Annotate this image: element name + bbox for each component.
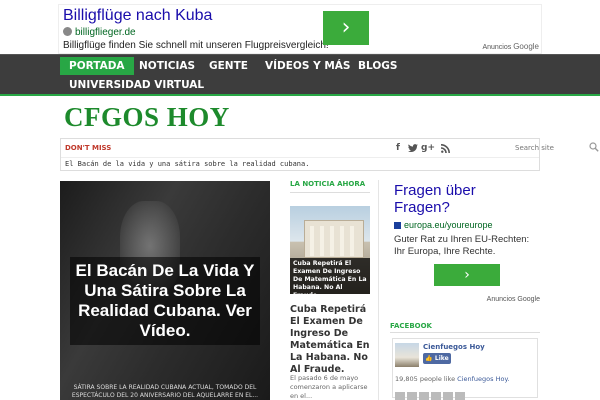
facebook-count-text: people like bbox=[419, 375, 456, 383]
page: Billigflüge nach Kuba billigflieger.de B… bbox=[0, 0, 600, 400]
ad-brand-prefix: Anuncios bbox=[482, 44, 512, 51]
facebook-page-name-link[interactable]: Cienfuegos Hoy bbox=[423, 343, 485, 351]
nav-item-portada[interactable]: PORTADA bbox=[60, 57, 134, 75]
noticia-thumbnail[interactable]: Cuba Repetirá El Examen De Ingreso De Ma… bbox=[290, 206, 370, 294]
column-shape bbox=[330, 226, 334, 256]
ad-domain-text: billigflieger.de bbox=[75, 27, 136, 38]
facebook-like-button[interactable]: 👍 Like bbox=[423, 353, 451, 364]
noticia-header-rule bbox=[290, 192, 370, 193]
nav-item-universidad-virtual[interactable]: UNIVERSIDAD VIRTUAL bbox=[60, 76, 213, 94]
noticia-excerpt: El pasado 6 de mayo comenzaron a aplicar… bbox=[290, 374, 368, 400]
column-divider bbox=[378, 180, 379, 400]
google-logo-icon: Google bbox=[517, 296, 540, 303]
facebook-icon[interactable]: f bbox=[391, 140, 405, 156]
column-shape bbox=[350, 226, 354, 256]
featured-subtitle: SÁTIRA SOBRE LA REALIDAD CUBANA ACTUAL, … bbox=[71, 384, 259, 399]
facebook-like-box: Cienfuegos Hoy 👍 Like 19,805 people like… bbox=[392, 338, 538, 400]
noticia-thumbnail-caption: Cuba Repetirá El Examen De Ingreso De Ma… bbox=[290, 258, 370, 294]
nav-accent-line bbox=[0, 94, 600, 96]
column-shape bbox=[310, 226, 314, 256]
dont-miss-divider bbox=[61, 157, 539, 158]
side-ad-domain-text: europa.eu/youreurope bbox=[404, 220, 493, 230]
facebook-header-rule bbox=[390, 332, 540, 333]
fan-avatar[interactable] bbox=[407, 392, 417, 400]
site-logo[interactable]: CFGOS HOY bbox=[64, 102, 230, 133]
facebook-fan-avatars bbox=[395, 387, 535, 400]
ad-brand[interactable]: Anuncios Google bbox=[482, 42, 539, 51]
facebook-count-link[interactable]: Cienfuegos Hoy. bbox=[457, 375, 509, 383]
chevron-right-icon: › bbox=[464, 267, 470, 283]
ad-arrow-button[interactable]: › bbox=[323, 11, 369, 45]
facebook-like-count: 19,805 people like Cienfuegos Hoy. bbox=[395, 375, 509, 383]
eu-flag-icon bbox=[394, 222, 401, 229]
twitter-icon[interactable] bbox=[406, 140, 420, 156]
side-ad-brand-prefix: Anuncios bbox=[486, 296, 516, 303]
site-search bbox=[509, 141, 599, 155]
dont-miss-ticker-link[interactable]: El Bacán de la vida y una sátira sobre l… bbox=[65, 160, 309, 168]
chevron-right-icon: › bbox=[341, 15, 351, 40]
facebook-page-avatar[interactable] bbox=[395, 343, 419, 367]
main-navigation: PORTADA NOTICIAS GENTE VÍDEOS Y MÁS BLOG… bbox=[0, 54, 600, 94]
featured-title-link[interactable]: El Bacán De La Vida Y Una Sátira Sobre L… bbox=[74, 261, 256, 341]
fan-avatar[interactable] bbox=[455, 392, 465, 400]
side-ad-banner[interactable]: Fragen über Fragen? europa.eu/youreurope… bbox=[390, 180, 542, 310]
ad-description: Billigflüge finden Sie schnell mit unser… bbox=[63, 40, 329, 51]
google-logo-icon: Google bbox=[513, 42, 539, 51]
fan-avatar[interactable] bbox=[419, 392, 429, 400]
google-plus-icon[interactable]: g+ bbox=[421, 140, 435, 156]
ad-domain[interactable]: billigflieger.de bbox=[63, 27, 136, 38]
noticia-ahora-header: LA NOTICIA AHORA bbox=[290, 180, 366, 188]
featured-article[interactable]: El Bacán De La Vida Y Una Sátira Sobre L… bbox=[60, 181, 270, 400]
ad-title-link[interactable]: Billigflüge nach Kuba bbox=[63, 7, 212, 25]
dont-miss-bar: DON'T MISS f g+ El Bacán de la vida y un… bbox=[60, 138, 599, 171]
side-ad-arrow-button[interactable]: › bbox=[434, 264, 500, 286]
fan-avatar[interactable] bbox=[395, 392, 405, 400]
nav-item-gente[interactable]: GENTE bbox=[200, 57, 257, 75]
rss-icon[interactable] bbox=[438, 140, 452, 156]
favicon-icon bbox=[63, 27, 72, 36]
side-ad-headline-link[interactable]: Fragen über Fragen? bbox=[394, 182, 534, 216]
nav-item-noticias[interactable]: NOTICIAS bbox=[130, 57, 204, 75]
search-icon[interactable] bbox=[589, 142, 599, 152]
fan-avatar[interactable] bbox=[431, 392, 441, 400]
column-shape bbox=[320, 226, 324, 256]
facebook-header: FACEBOOK bbox=[390, 322, 432, 330]
search-input[interactable] bbox=[515, 141, 589, 155]
dont-miss-label: DON'T MISS bbox=[65, 144, 112, 152]
noticia-title-link[interactable]: Cuba Repetirá El Examen De Ingreso De Ma… bbox=[290, 304, 372, 376]
side-ad-text: Guter Rat zu Ihren EU-Rechten: Ihr Europ… bbox=[394, 234, 530, 257]
facebook-like-label: Like bbox=[434, 355, 449, 362]
top-ad-banner[interactable]: Billigflüge nach Kuba billigflieger.de B… bbox=[58, 4, 542, 54]
side-ad-domain[interactable]: europa.eu/youreurope bbox=[394, 220, 493, 230]
nav-item-videos[interactable]: VÍDEOS Y MÁS bbox=[256, 57, 359, 75]
fan-avatar[interactable] bbox=[443, 392, 453, 400]
featured-title-box: El Bacán De La Vida Y Una Sátira Sobre L… bbox=[70, 257, 260, 345]
thumbs-up-icon: 👍 bbox=[425, 355, 433, 362]
side-ad-brand[interactable]: Anuncios Google bbox=[487, 296, 540, 303]
facebook-count-number: 19,805 bbox=[395, 375, 418, 383]
nav-item-blogs[interactable]: BLOGS bbox=[349, 57, 406, 75]
column-shape bbox=[340, 226, 344, 256]
